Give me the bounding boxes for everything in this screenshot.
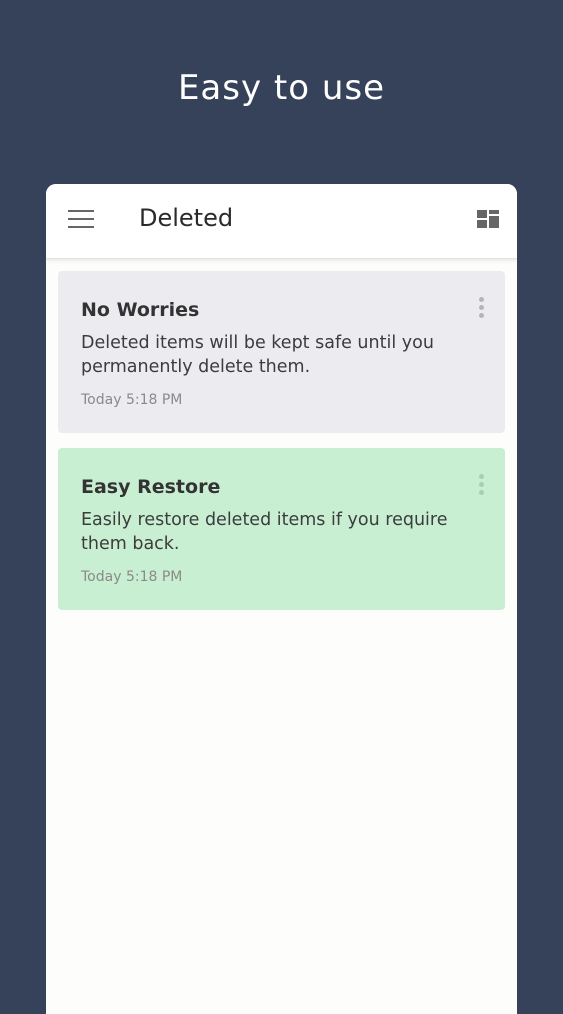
note-timestamp: Today 5:18 PM [81,392,183,408]
note-card[interactable]: No Worries Deleted items will be kept sa… [58,271,505,433]
note-title: Easy Restore [81,476,221,498]
more-options-icon[interactable] [477,297,485,319]
note-body: Easily restore deleted items if you requ… [81,510,448,554]
promo-headline: Easy to use [177,68,386,108]
app-screen: Deleted No Worries Deleted items will be… [46,184,517,1014]
note-timestamp: Today 5:18 PM [81,569,183,585]
note-title: No Worries [81,299,200,321]
hamburger-menu-icon[interactable] [68,210,94,230]
note-card[interactable]: Easy Restore Easily restore deleted item… [58,448,505,610]
grid-view-icon[interactable] [477,210,499,228]
app-bar: Deleted [46,184,517,259]
page-title: Deleted [139,204,234,232]
note-body: Deleted items will be kept safe until yo… [81,333,434,377]
more-options-icon[interactable] [477,474,485,496]
